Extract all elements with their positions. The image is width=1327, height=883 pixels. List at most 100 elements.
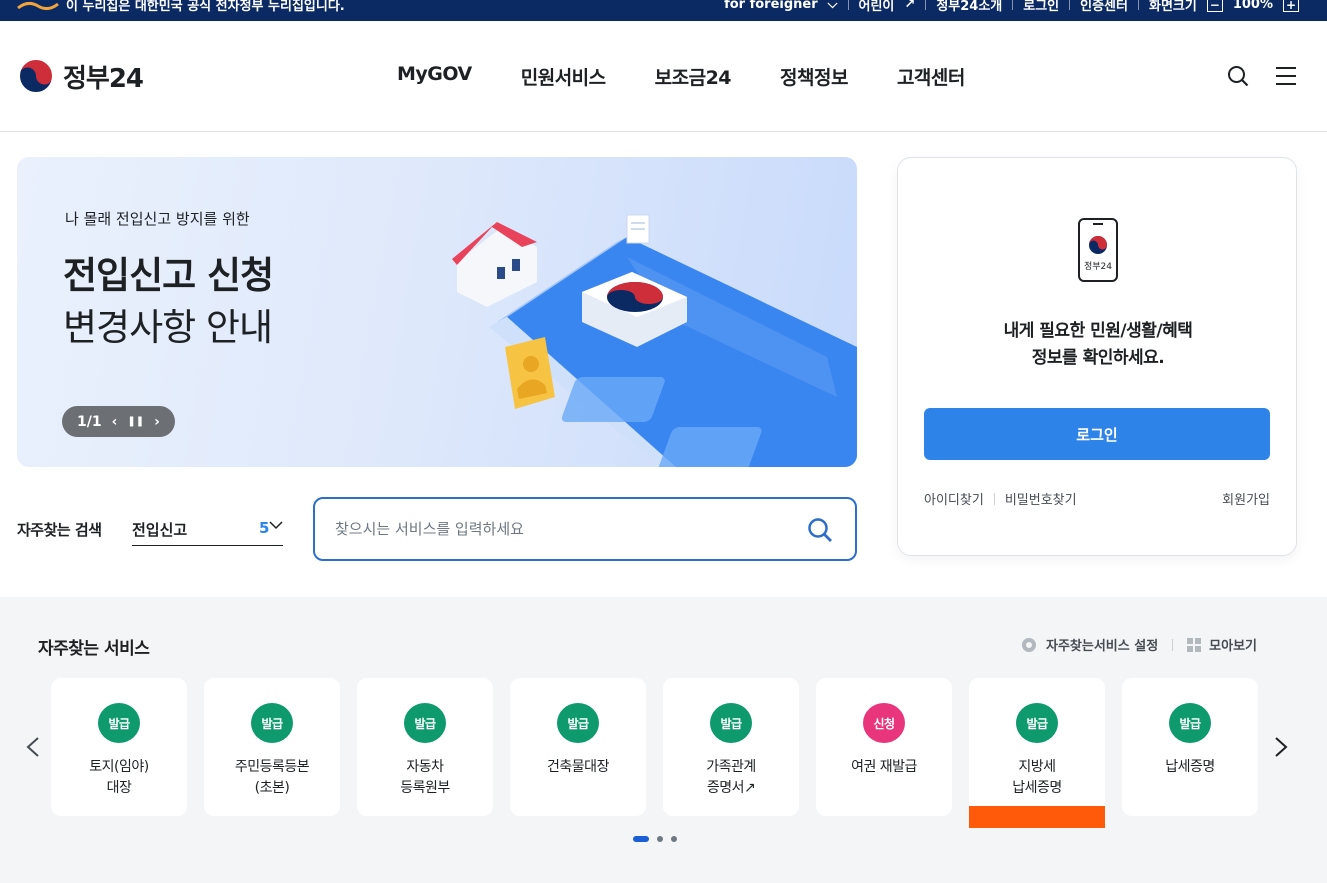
link-login[interactable]: 로그인	[1023, 0, 1059, 14]
service-card-label: 가족관계 증명서↗	[663, 757, 799, 799]
site-logo[interactable]: 정부24	[17, 57, 144, 95]
app-icon-caption: 정부24	[1084, 261, 1112, 272]
divider	[925, 0, 927, 10]
zoom-out-button[interactable]: −	[1206, 0, 1223, 12]
service-card-label: 지방세 납세증명	[969, 757, 1105, 799]
service-card[interactable]: 발급 건축물대장	[510, 678, 646, 816]
nav-subsidy24[interactable]: 보조금24	[655, 63, 732, 90]
divider	[1069, 0, 1071, 10]
service-card-label: 납세증명	[1122, 757, 1258, 778]
frequent-services-title: 자주찾는 서비스	[38, 639, 150, 659]
issue-badge: 발급	[98, 703, 140, 743]
sign-up-link[interactable]: 회원가입	[1222, 489, 1270, 508]
service-card-label-line2: 증명서↗	[663, 778, 799, 799]
service-card-label: 토지(임야) 대장	[51, 757, 187, 799]
view-all-link[interactable]: 모아보기	[1209, 635, 1257, 654]
zoom-label: 화면크기	[1148, 0, 1197, 14]
issue-badge: 발급	[1169, 703, 1211, 743]
logo-text: 정부24	[63, 63, 144, 94]
issue-badge: 발급	[710, 703, 752, 743]
pagination-dot-active[interactable]	[633, 836, 649, 842]
nav-customer-center[interactable]: 고객센터	[897, 63, 965, 90]
chevron-left-icon[interactable]	[26, 737, 40, 757]
search-icon[interactable]	[1227, 65, 1249, 87]
service-card[interactable]: 발급 토지(임야) 대장	[51, 678, 187, 816]
service-card[interactable]: 발급 자동차 등록원부	[357, 678, 493, 816]
banner-title-line1: 전입신고 신청	[63, 254, 274, 297]
service-card[interactable]: 발급 납세증명	[1122, 678, 1258, 816]
service-card-label-line1: 가족관계	[706, 759, 756, 775]
service-card-label-line1: 납세증명	[1165, 759, 1215, 775]
chevron-right-icon[interactable]	[1274, 737, 1288, 757]
focus-indicator-bar	[969, 806, 1105, 828]
issue-badge: 발급	[251, 703, 293, 743]
login-links: 아이디찾기 비밀번호찾기 회원가입	[924, 489, 1270, 508]
taegeuk-logo-icon	[18, 58, 54, 94]
divider	[1172, 638, 1174, 651]
official-notice: 이 누리집은 대한민국 공식 전자정부 누리집입니다.	[16, 0, 345, 14]
search-input[interactable]	[335, 517, 775, 541]
gear-icon[interactable]	[1020, 636, 1038, 654]
find-id-link[interactable]: 아이디찾기	[924, 489, 984, 508]
issue-badge: 발급	[1016, 703, 1058, 743]
divider	[847, 0, 849, 10]
link-for-foreigner[interactable]: for foreigner	[724, 0, 818, 12]
service-card-label-line1: 토지(임야)	[89, 759, 149, 775]
service-card-label: 건축물대장	[510, 757, 646, 778]
chevron-down-icon[interactable]	[269, 520, 283, 530]
banner-pager-count: 1/1	[77, 413, 102, 430]
menu-icon[interactable]	[1275, 66, 1297, 86]
korea-emblem-icon	[17, 1, 59, 10]
divider	[1012, 0, 1014, 10]
nav-civil-services[interactable]: 민원서비스	[521, 63, 606, 90]
popular-keyword[interactable]: 전입신고	[132, 519, 187, 540]
grid-icon[interactable]	[1187, 637, 1202, 652]
login-button[interactable]: 로그인	[924, 408, 1270, 460]
service-card-label: 자동차 등록원부	[357, 757, 493, 799]
service-card-label-line2: (초본)	[254, 780, 290, 796]
nav-mygov[interactable]: MyGOV	[397, 63, 472, 90]
pause-icon[interactable]: ❚❚	[127, 416, 144, 427]
service-card-label-line2: 등록원부	[400, 780, 450, 796]
service-card-label-line1: 지방세	[1018, 759, 1056, 775]
service-card[interactable]: 발급 주민등록등본 (초본)	[204, 678, 340, 816]
chevron-left-icon[interactable]: ‹	[112, 414, 118, 430]
service-card-label: 여권 재발급	[816, 757, 952, 778]
issue-badge: 발급	[557, 703, 599, 743]
services-settings-link[interactable]: 자주찾는서비스 설정	[1046, 635, 1158, 654]
apply-badge: 신청	[863, 703, 905, 743]
service-card-label-line2: 납세증명	[1012, 780, 1062, 796]
service-card[interactable]: 신청 여권 재발급	[816, 678, 952, 816]
banner-illustration	[452, 214, 857, 467]
service-card-list: 발급 토지(임야) 대장 발급 주민등록등본 (초본) 발급 자동차 등록원부 …	[51, 678, 1258, 828]
service-card-label-line2: 대장	[106, 780, 132, 796]
pagination-dot[interactable]	[657, 836, 663, 842]
link-kids[interactable]: 어린이	[859, 0, 895, 14]
service-card-label: 주민등록등본 (초본)	[204, 757, 340, 799]
link-cert-center[interactable]: 인증센터	[1080, 0, 1128, 14]
search-box	[313, 497, 857, 561]
service-card-focused[interactable]: 발급 지방세 납세증명	[969, 678, 1105, 828]
link-about[interactable]: 정부24소개	[936, 0, 1002, 14]
pagination-dot[interactable]	[671, 836, 677, 842]
banner-title-line2: 변경사항 안내	[63, 306, 273, 349]
external-link-icon: ↗	[743, 780, 756, 796]
popular-keyword-roller[interactable]: 전입신고 5	[132, 506, 283, 546]
login-message: 내게 필요한 민원/생활/혜택 정보를 확인하세요.	[898, 318, 1298, 372]
popular-keyword-rank: 5	[259, 519, 270, 537]
divider	[993, 492, 995, 505]
chevron-right-icon[interactable]: ›	[154, 414, 160, 430]
main-banner[interactable]: 나 몰래 전입신고 방지를 위한 전입신고 신청 변경사항 안내 1/1 ‹ ❚…	[17, 157, 857, 467]
service-card[interactable]: 발급 가족관계 증명서↗	[663, 678, 799, 816]
search-icon[interactable]	[807, 517, 833, 543]
service-card-label-line1: 건축물대장	[547, 759, 609, 775]
login-message-line2: 정보를 확인하세요.	[1031, 348, 1165, 368]
zoom-in-button[interactable]: +	[1283, 0, 1299, 12]
login-message-line1: 내게 필요한 민원/생활/혜택	[1003, 321, 1193, 341]
chevron-down-icon[interactable]: ⌵	[828, 0, 838, 12]
external-link-icon: ↗	[904, 0, 916, 12]
service-card-label-line2-text: 증명서	[706, 780, 745, 796]
service-card-label-line1: 자동차	[406, 759, 444, 775]
nav-policy-info[interactable]: 정책정보	[780, 63, 848, 90]
find-password-link[interactable]: 비밀번호찾기	[1005, 489, 1077, 508]
